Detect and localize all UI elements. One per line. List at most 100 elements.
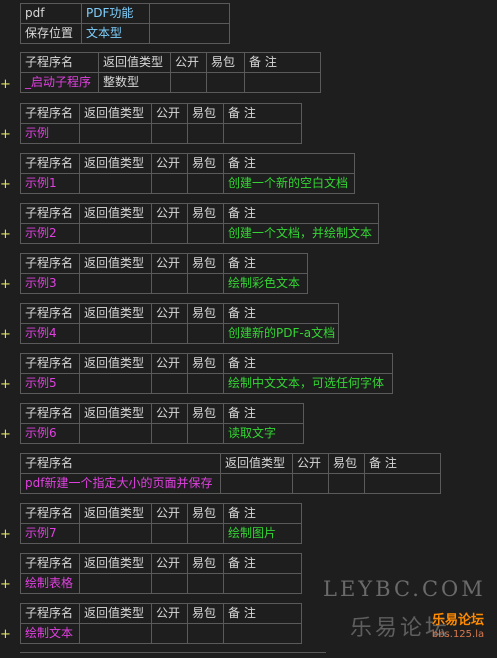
subroutine-note[interactable] xyxy=(223,573,302,594)
expand-toggle-icon[interactable]: + xyxy=(0,278,11,291)
subroutine-name[interactable]: 示例1 xyxy=(20,173,80,194)
col-header-return-type: 返回值类型 xyxy=(79,103,152,124)
subroutine-public[interactable] xyxy=(151,223,188,244)
subroutine-easy-pack[interactable] xyxy=(206,72,245,93)
subroutine-return-type[interactable] xyxy=(79,223,152,244)
subroutine-easy-pack[interactable] xyxy=(328,473,365,494)
subroutine-note[interactable]: 读取文字 xyxy=(223,423,304,444)
file-class-name[interactable]: PDF功能 xyxy=(81,3,150,24)
subroutine-note[interactable]: 创建一个文档，并绘制文本 xyxy=(223,223,379,244)
watermark-badge: 乐易论坛 xyxy=(431,613,484,628)
subroutine-return-type[interactable] xyxy=(79,573,152,594)
col-header-return-type: 返回值类型 xyxy=(79,503,152,524)
subroutine-note[interactable]: 创建新的PDF-a文档 xyxy=(223,323,339,344)
subroutine-name[interactable]: 绘制文本 xyxy=(20,623,80,644)
col-header-return-type: 返回值类型 xyxy=(79,253,152,274)
subroutine-name[interactable]: 示例6 xyxy=(20,423,80,444)
subroutine-public[interactable] xyxy=(151,373,188,394)
col-header-return-type: 返回值类型 xyxy=(79,403,152,424)
expand-toggle-icon[interactable]: + xyxy=(0,128,11,141)
subroutine-name[interactable]: _启动子程序 xyxy=(20,72,99,93)
subroutine-return-type[interactable] xyxy=(79,173,152,194)
col-header-name: 子程序名 xyxy=(20,52,99,73)
subroutine-name[interactable]: 示例4 xyxy=(20,323,80,344)
subroutine-public[interactable] xyxy=(151,173,188,194)
subroutine-note[interactable]: 绘制彩色文本 xyxy=(223,273,308,294)
col-header-easy-pack: 易包 xyxy=(187,103,224,124)
subroutine-easy-pack[interactable] xyxy=(187,173,224,194)
subroutine-table: 子程序名 返回值类型 公开 易包 备 注 示例5 绘制中文文本，可选任何字体 xyxy=(20,353,393,394)
subroutine-note[interactable] xyxy=(244,72,321,93)
col-header-name: 子程序名 xyxy=(20,103,80,124)
subroutine-public[interactable] xyxy=(151,523,188,544)
expand-toggle-icon[interactable]: + xyxy=(0,628,11,641)
subroutine-name[interactable]: 示例3 xyxy=(20,273,80,294)
col-header-public: 公开 xyxy=(170,52,207,73)
col-header-public: 公开 xyxy=(151,603,188,624)
subroutine-return-type[interactable] xyxy=(79,373,152,394)
col-header-public: 公开 xyxy=(151,153,188,174)
subroutine-public[interactable] xyxy=(151,423,188,444)
expand-toggle-icon[interactable]: + xyxy=(0,328,11,341)
subroutine-public[interactable] xyxy=(151,323,188,344)
subroutine-easy-pack[interactable] xyxy=(187,423,224,444)
subroutine-return-type[interactable] xyxy=(79,323,152,344)
subroutine-public[interactable] xyxy=(151,273,188,294)
subroutine-easy-pack[interactable] xyxy=(187,323,224,344)
expand-toggle-icon[interactable]: + xyxy=(0,228,11,241)
subroutine-public[interactable] xyxy=(151,623,188,644)
expand-toggle-icon[interactable]: + xyxy=(0,428,11,441)
col-header-public: 公开 xyxy=(151,553,188,574)
col-header-note: 备 注 xyxy=(223,503,302,524)
subroutine-easy-pack[interactable] xyxy=(187,123,224,144)
subroutine-easy-pack[interactable] xyxy=(187,523,224,544)
subroutine-return-type[interactable] xyxy=(79,623,152,644)
subroutine-note[interactable] xyxy=(364,473,441,494)
subroutine-note[interactable] xyxy=(223,123,302,144)
subroutine-easy-pack[interactable] xyxy=(187,373,224,394)
subroutine-note[interactable] xyxy=(223,623,302,644)
subroutine-public[interactable] xyxy=(292,473,329,494)
subroutine-name[interactable]: 示例7 xyxy=(20,523,80,544)
save-location-type[interactable]: 文本型 xyxy=(81,23,150,44)
subroutine-note[interactable]: 绘制中文文本，可选任何字体 xyxy=(223,373,393,394)
col-header-return-type: 返回值类型 xyxy=(79,153,152,174)
subroutine-easy-pack[interactable] xyxy=(187,223,224,244)
col-header-public: 公开 xyxy=(151,303,188,324)
col-header-easy-pack: 易包 xyxy=(187,253,224,274)
save-location-label: 保存位置 xyxy=(20,23,82,44)
subroutine-table: 子程序名 返回值类型 公开 易包 备 注 示例4 创建新的PDF-a文档 xyxy=(20,303,339,344)
subroutine-table: 子程序名 返回值类型 公开 易包 备 注 示例1 创建一个新的空白文档 xyxy=(20,153,355,194)
subroutine-name[interactable]: 示例5 xyxy=(20,373,80,394)
subroutine-return-type[interactable] xyxy=(79,523,152,544)
subroutine-return-type[interactable] xyxy=(79,123,152,144)
subroutine-easy-pack[interactable] xyxy=(187,273,224,294)
subroutine-table: 子程序名 返回值类型 公开 易包 备 注 示例6 读取文字 xyxy=(20,403,304,444)
expand-toggle-icon[interactable]: + xyxy=(0,78,11,91)
watermark-badge-url: bbs.125.la xyxy=(431,629,485,640)
subroutine-easy-pack[interactable] xyxy=(187,623,224,644)
expand-toggle-icon[interactable]: + xyxy=(0,178,11,191)
subroutine-return-type[interactable] xyxy=(79,273,152,294)
subroutine-name[interactable]: 示例 xyxy=(20,123,80,144)
subroutine-public[interactable] xyxy=(151,573,188,594)
subroutine-name[interactable]: 绘制表格 xyxy=(20,573,80,594)
subroutine-return-type[interactable] xyxy=(220,473,293,494)
col-header-name: 子程序名 xyxy=(20,453,221,474)
expand-toggle-icon[interactable]: + xyxy=(0,528,11,541)
expand-toggle-icon[interactable]: + xyxy=(0,378,11,391)
subroutine-return-type[interactable] xyxy=(79,423,152,444)
col-header-easy-pack: 易包 xyxy=(187,403,224,424)
subroutine-public[interactable] xyxy=(151,123,188,144)
subroutine-name[interactable]: pdf新建一个指定大小的页面并保存 xyxy=(20,473,221,494)
subroutine-public[interactable] xyxy=(170,72,207,93)
expand-toggle-icon[interactable]: + xyxy=(0,578,11,591)
col-header-name: 子程序名 xyxy=(20,603,80,624)
col-header-public: 公开 xyxy=(151,403,188,424)
subroutine-return-type[interactable]: 整数型 xyxy=(98,72,171,93)
col-header-note: 备 注 xyxy=(223,303,339,324)
subroutine-easy-pack[interactable] xyxy=(187,573,224,594)
subroutine-name[interactable]: 示例2 xyxy=(20,223,80,244)
subroutine-note[interactable]: 创建一个新的空白文档 xyxy=(223,173,355,194)
subroutine-note[interactable]: 绘制图片 xyxy=(223,523,302,544)
